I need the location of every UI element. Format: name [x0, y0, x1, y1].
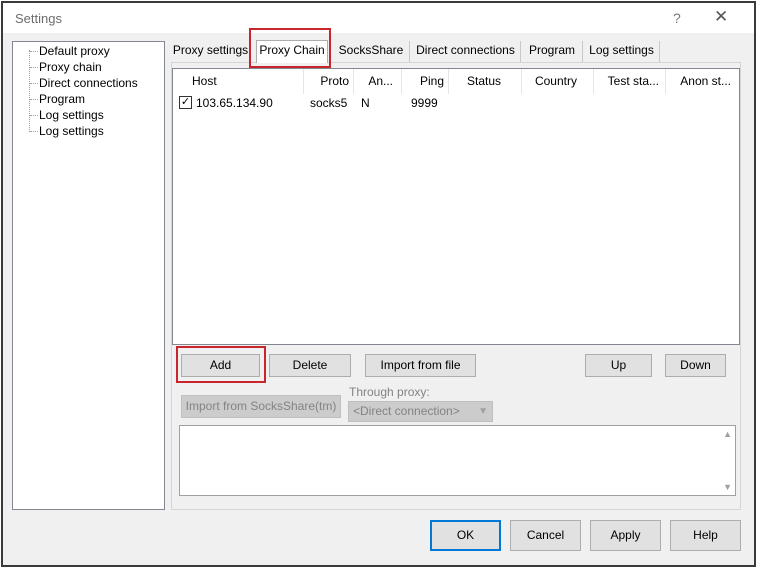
help-icon[interactable]: ?: [673, 10, 681, 26]
tab-socksshare[interactable]: SocksShare: [333, 41, 410, 62]
down-button[interactable]: Down: [665, 354, 726, 377]
tab-log-settings[interactable]: Log settings: [584, 41, 660, 62]
cell-host[interactable]: 103.65.134.90: [196, 95, 273, 111]
row-checkbox[interactable]: ✓: [179, 96, 192, 109]
delete-button[interactable]: Delete: [269, 354, 351, 377]
col-ping[interactable]: Ping: [402, 69, 449, 94]
tree-item-log-settings-2[interactable]: Log settings: [30, 124, 104, 138]
close-icon[interactable]: ✕: [714, 7, 728, 27]
tree-item-program[interactable]: Program: [29, 92, 85, 106]
window-title: Settings: [15, 11, 62, 26]
cell-anon: N: [361, 96, 370, 110]
cell-proto: socks5: [310, 96, 348, 110]
col-status[interactable]: Status: [449, 69, 522, 94]
import-from-file-button[interactable]: Import from file: [365, 354, 476, 377]
tab-proxy-settings[interactable]: Proxy settings: [171, 41, 251, 62]
log-output[interactable]: ▲ ▼: [179, 425, 736, 496]
chevron-down-icon: ▼: [478, 406, 488, 417]
scroll-up-icon[interactable]: ▲: [723, 429, 732, 439]
col-anon[interactable]: An...: [354, 69, 402, 94]
import-socksshare-button[interactable]: Import from SocksShare(tm): [181, 395, 341, 418]
tree-connector: [29, 50, 30, 132]
tree-item-log-settings[interactable]: Log settings: [30, 108, 104, 122]
tree-item-proxy-chain[interactable]: Proxy chain: [30, 60, 102, 74]
proxy-chain-list[interactable]: Host Proto An... Ping Status Country Tes…: [172, 68, 740, 345]
scroll-down-icon[interactable]: ▼: [723, 482, 732, 492]
tab-direct-connections[interactable]: Direct connections: [411, 41, 521, 62]
col-anon-status[interactable]: Anon st...: [666, 69, 741, 94]
col-host[interactable]: Host: [173, 69, 304, 94]
col-country[interactable]: Country: [522, 69, 594, 94]
title-bar: Settings ? ✕: [3, 3, 754, 33]
ok-button[interactable]: OK: [430, 520, 501, 551]
tree-item-direct-connections[interactable]: Direct connections: [30, 76, 138, 90]
cancel-button[interactable]: Cancel: [510, 520, 581, 551]
col-proto[interactable]: Proto: [304, 69, 354, 94]
help-button[interactable]: Help: [670, 520, 741, 551]
cell-ping: 9999: [411, 96, 438, 110]
tab-program[interactable]: Program: [522, 41, 583, 62]
through-proxy-select[interactable]: <Direct connection> ▼: [348, 401, 493, 422]
settings-tree[interactable]: Default proxy Proxy chain Direct connect…: [12, 41, 165, 510]
through-proxy-label: Through proxy:: [349, 385, 430, 399]
tree-item-default-proxy[interactable]: Default proxy: [30, 44, 110, 58]
highlight-proxy-chain-tab: [249, 28, 331, 68]
highlight-add-button: [176, 346, 266, 383]
apply-button[interactable]: Apply: [590, 520, 661, 551]
col-test-status[interactable]: Test sta...: [594, 69, 666, 94]
through-proxy-value: <Direct connection>: [353, 404, 460, 418]
up-button[interactable]: Up: [585, 354, 652, 377]
